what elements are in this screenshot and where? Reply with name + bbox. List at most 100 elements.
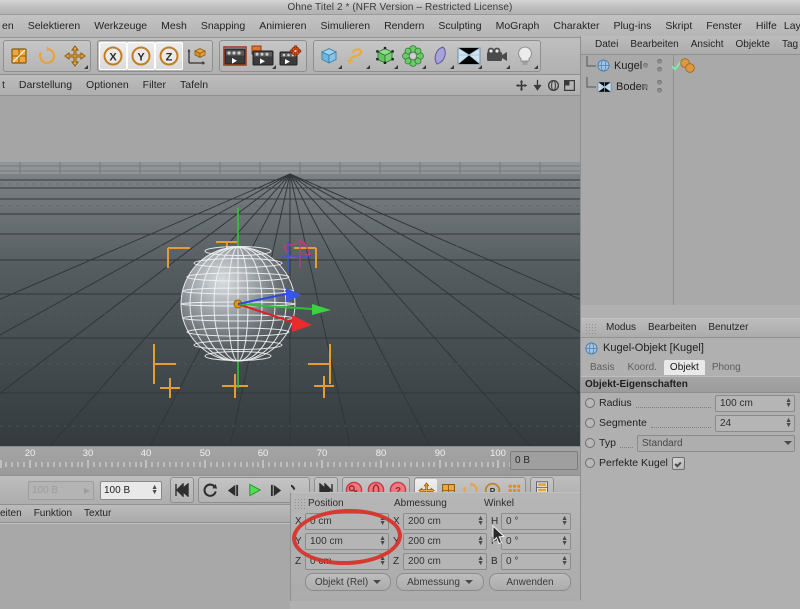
object-menu-bearbeiten[interactable]: Bearbeiten xyxy=(624,36,684,54)
move-tool-icon[interactable] xyxy=(61,42,89,70)
angle-b-field[interactable]: 0 ° ▲ ▼ xyxy=(501,552,571,570)
spline-pen-icon[interactable] xyxy=(343,42,371,70)
panel-grip-icon[interactable] xyxy=(585,322,596,334)
object-menu-ansicht[interactable]: Ansicht xyxy=(685,36,730,54)
range-start-field[interactable]: 100 B ▶ xyxy=(28,480,94,500)
viewport-menu-optionen[interactable]: Optionen xyxy=(79,75,136,95)
menu-item-datei[interactable]: en xyxy=(0,15,21,37)
viewport-menu-filter[interactable]: Filter xyxy=(136,75,173,95)
object-manager-body[interactable]: Kugel Boden xyxy=(581,55,800,305)
toggle-layout-icon[interactable] xyxy=(563,79,576,92)
previous-frame-icon[interactable] xyxy=(221,479,243,501)
material-manager-body[interactable] xyxy=(0,523,290,609)
cube-primitive-icon[interactable] xyxy=(315,42,343,70)
next-frame-icon[interactable] xyxy=(265,479,287,501)
timeline-ruler[interactable]: 20 30 40 50 60 70 80 90 100 0 B xyxy=(0,446,580,475)
axis-z-lock-icon[interactable]: Z xyxy=(155,42,183,70)
visibility-dot-render-off[interactable] xyxy=(657,67,662,72)
world-object-coordinates-icon[interactable] xyxy=(183,42,211,70)
array-object-icon[interactable] xyxy=(399,42,427,70)
menu-item-mograph[interactable]: MoGraph xyxy=(489,15,547,37)
viewport-menu-darstellung[interactable]: Darstellung xyxy=(12,75,79,95)
radio-icon[interactable] xyxy=(585,438,595,448)
deformer-icon[interactable] xyxy=(427,42,455,70)
loop-icon[interactable] xyxy=(199,479,221,501)
object-tag-dots[interactable] xyxy=(643,76,662,97)
material-menu-funktion[interactable]: Funktion xyxy=(28,505,78,522)
menu-item-skript[interactable]: Skript xyxy=(658,15,699,37)
object-list-item-boden[interactable]: Boden xyxy=(581,76,800,97)
object-list-item-kugel[interactable]: Kugel xyxy=(581,55,800,76)
menu-item-plugins[interactable]: Plug-ins xyxy=(606,15,658,37)
tab-objekt[interactable]: Objekt xyxy=(663,359,705,375)
menu-item-animieren[interactable]: Animieren xyxy=(252,15,313,37)
position-y-field[interactable]: 100 cm ▲ ▼ xyxy=(305,532,389,550)
range-end-field[interactable]: 100 B ▲ ▼ xyxy=(100,480,162,500)
visibility-dot-render-on[interactable] xyxy=(657,59,662,64)
menu-item-fenster[interactable]: Fenster xyxy=(699,15,749,37)
position-x-field[interactable]: 0 cm ▲ ▼ xyxy=(305,512,389,530)
object-menu-objekte[interactable]: Objekte xyxy=(730,36,776,54)
visibility-dot-editor[interactable] xyxy=(643,84,648,89)
render-settings-icon[interactable] xyxy=(277,42,305,70)
menu-item-sculpting[interactable]: Sculpting xyxy=(431,15,488,37)
axis-y-lock-icon[interactable]: Y xyxy=(127,42,155,70)
menu-item-snapping[interactable]: Snapping xyxy=(194,15,252,37)
tab-phong[interactable]: Phong xyxy=(706,360,747,375)
size-y-field[interactable]: 200 cm ▲ ▼ xyxy=(403,532,487,550)
typ-dropdown[interactable]: Standard xyxy=(637,434,795,452)
radius-field[interactable]: 100 cm ▲ ▼ xyxy=(715,394,795,412)
menu-item-mesh[interactable]: Mesh xyxy=(154,15,194,37)
go-to-start-icon[interactable] xyxy=(171,479,193,501)
panel-grip-icon[interactable] xyxy=(294,497,306,509)
axis-x-lock-icon[interactable]: X xyxy=(99,42,127,70)
size-z-field[interactable]: 200 cm ▲ ▼ xyxy=(403,552,487,570)
tab-basis[interactable]: Basis xyxy=(584,360,620,375)
material-menu-textur[interactable]: Textur xyxy=(78,505,117,522)
visibility-dot-render-off[interactable] xyxy=(657,88,662,93)
coord-size-dropdown[interactable]: Abmessung xyxy=(396,573,484,591)
viewport-menu-tafeln[interactable]: Tafeln xyxy=(173,75,215,95)
light-icon[interactable] xyxy=(511,42,539,70)
menu-item-simulieren[interactable]: Simulieren xyxy=(313,15,377,37)
tab-koord[interactable]: Koord. xyxy=(621,360,662,375)
attr-menu-bearbeiten[interactable]: Bearbeiten xyxy=(642,319,702,337)
visibility-dot-editor[interactable] xyxy=(643,63,648,68)
render-region-icon[interactable] xyxy=(249,42,277,70)
material-menu-bearbeiten[interactable]: eiten xyxy=(0,505,28,522)
rotate-view-icon[interactable] xyxy=(547,79,560,92)
scene-floor-icon[interactable] xyxy=(455,42,483,70)
size-x-field[interactable]: 200 cm ▲ ▼ xyxy=(403,512,487,530)
redo-icon[interactable] xyxy=(33,42,61,70)
radio-icon[interactable] xyxy=(585,418,595,428)
perfekte-kugel-checkbox[interactable] xyxy=(671,456,685,470)
render-view-icon[interactable] xyxy=(221,42,249,70)
object-menu-tags[interactable]: Tag xyxy=(776,36,800,54)
object-tag-dots[interactable] xyxy=(643,55,682,76)
radio-icon[interactable] xyxy=(585,398,595,408)
camera-icon[interactable] xyxy=(483,42,511,70)
pan-view-icon[interactable] xyxy=(515,79,528,92)
angle-h-field[interactable]: 0 ° ▲ ▼ xyxy=(501,512,571,530)
menu-item-rendern[interactable]: Rendern xyxy=(377,15,431,37)
nurbs-generator-icon[interactable] xyxy=(371,42,399,70)
apply-button[interactable]: Anwenden xyxy=(489,573,571,591)
menu-item-selektieren[interactable]: Selektieren xyxy=(21,15,88,37)
dolly-view-icon[interactable] xyxy=(531,79,544,92)
menu-item-hilfe[interactable]: Hilfe xyxy=(749,15,784,37)
menu-item-werkzeuge[interactable]: Werkzeuge xyxy=(87,15,154,37)
menu-item-charakter[interactable]: Charakter xyxy=(546,15,606,37)
position-z-field[interactable]: 0 cm ▲ ▼ xyxy=(305,552,389,570)
current-frame-field[interactable]: 0 B xyxy=(510,451,578,470)
play-icon[interactable] xyxy=(243,479,265,501)
viewport-3d[interactable] xyxy=(0,96,580,446)
material-tag-kugel[interactable] xyxy=(679,58,701,77)
viewport-menu-ansicht[interactable]: t xyxy=(0,75,12,95)
visibility-dot-render-on[interactable] xyxy=(657,80,662,85)
radio-icon[interactable] xyxy=(585,458,595,468)
coord-mode-dropdown[interactable]: Objekt (Rel) xyxy=(305,573,391,591)
undo-icon[interactable] xyxy=(5,42,33,70)
object-menu-datei[interactable]: Datei xyxy=(589,36,624,54)
attr-menu-modus[interactable]: Modus xyxy=(600,319,642,337)
angle-p-field[interactable]: 0 ° ▲ ▼ xyxy=(501,532,571,550)
